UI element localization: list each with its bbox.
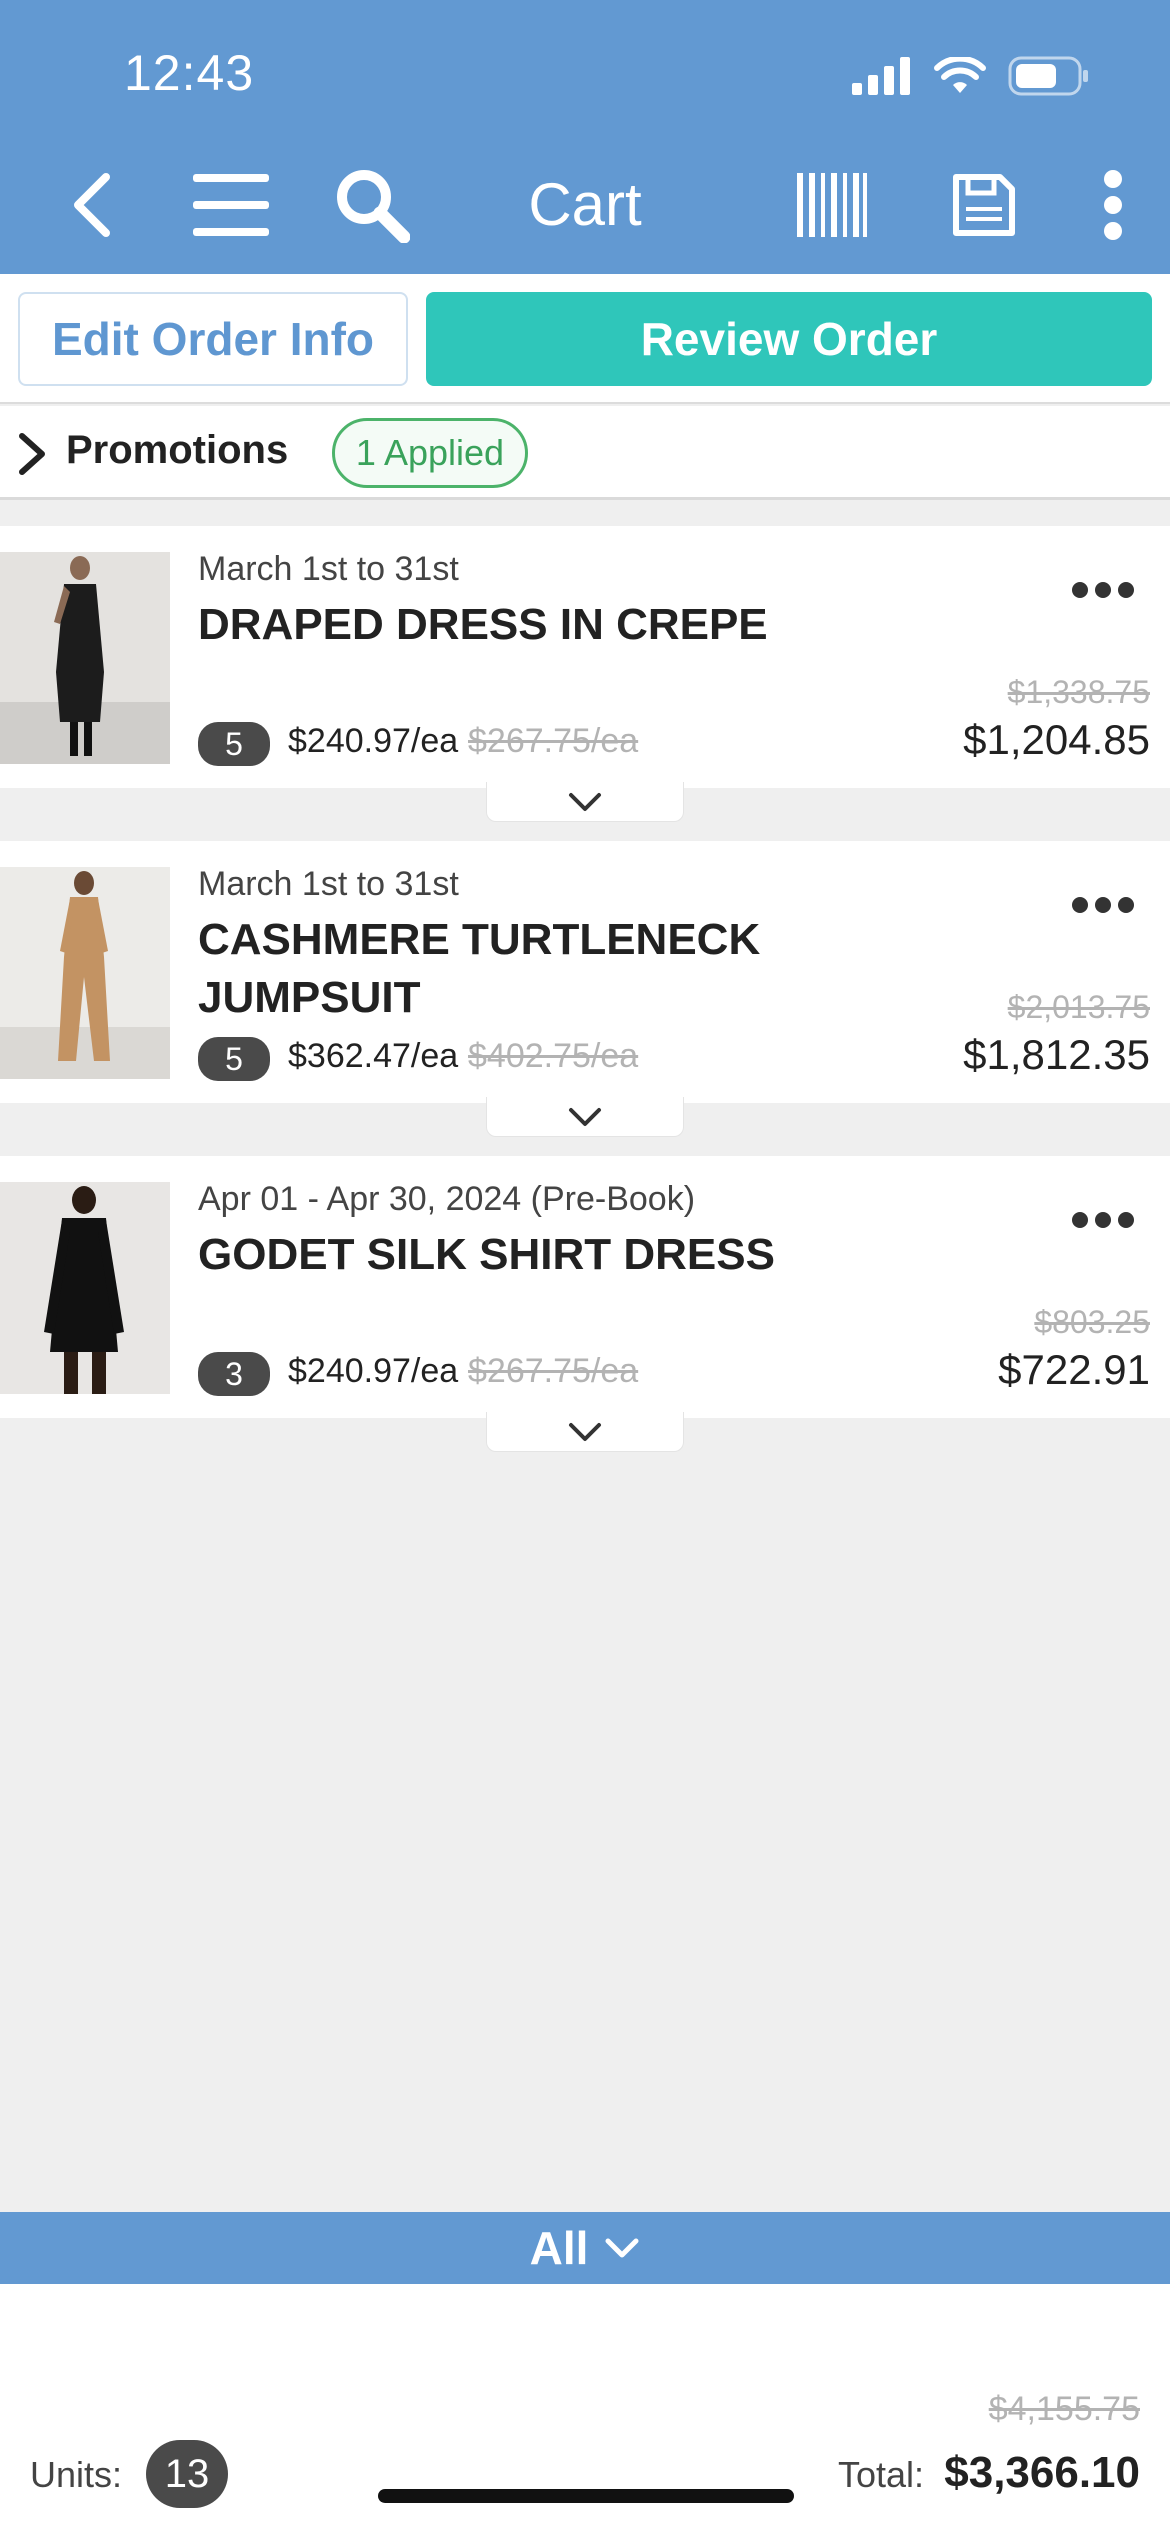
barcode-button[interactable]	[792, 150, 872, 260]
promotions-row[interactable]: Promotions 1 Applied	[0, 406, 1170, 500]
nav-bar: Cart	[0, 150, 1170, 260]
promotions-applied-badge: 1 Applied	[332, 418, 528, 488]
battery-icon	[1008, 56, 1088, 96]
line-original-price: $803.25	[1034, 1304, 1150, 1340]
units-count-badge: 13	[146, 2440, 228, 2508]
delivery-window: March 1st to 31st	[198, 865, 459, 903]
chevron-down-icon	[569, 1107, 601, 1126]
unit-original-price: $267.75/ea	[468, 1352, 639, 1390]
units-label: Units:	[30, 2454, 123, 2495]
save-icon	[953, 174, 1015, 236]
unit-price: $362.47/ea	[288, 1037, 459, 1075]
filter-label: All	[529, 2222, 589, 2274]
line-original-price: $2,013.75	[1007, 989, 1150, 1025]
line-total: $722.91	[998, 1346, 1150, 1393]
quantity-badge[interactable]: 5	[198, 722, 270, 766]
status-time: 12:43	[124, 45, 255, 101]
delivery-window: March 1st to 31st	[198, 550, 459, 588]
cart-item[interactable]: March 1st to 31st DRAPED DRESS IN CREPE …	[0, 526, 1170, 822]
total-original-price: $4,155.75	[988, 2390, 1140, 2428]
more-icon[interactable]	[1070, 580, 1136, 600]
chevron-down-icon	[605, 2238, 639, 2258]
product-name: CASHMERE TURTLENECK JUMPSUIT	[198, 915, 761, 1022]
cart-item[interactable]: Apr 01 - Apr 30, 2024 (Pre-Book) GODET S…	[0, 1156, 1170, 1452]
line-total: $1,204.85	[963, 716, 1150, 763]
app-header: 12:43 Cart	[0, 0, 1170, 274]
product-image	[0, 867, 170, 1079]
unit-price: $240.97/ea	[288, 722, 459, 760]
delivery-window: Apr 01 - Apr 30, 2024 (Pre-Book)	[198, 1180, 696, 1218]
vertical-ellipsis-icon	[1104, 170, 1122, 240]
expand-item-button[interactable]	[486, 1412, 684, 1452]
edit-order-info-button[interactable]: Edit Order Info	[18, 292, 408, 386]
home-indicator	[378, 2489, 794, 2503]
promotions-label: Promotions	[66, 428, 289, 472]
product-name: GODET SILK SHIRT DRESS	[198, 1230, 775, 1279]
signal-icon	[852, 57, 910, 95]
cart-item[interactable]: March 1st to 31st CASHMERE TURTLENECK JU…	[0, 841, 1170, 1137]
chevron-down-icon	[569, 792, 601, 811]
quantity-badge[interactable]: 3	[198, 1352, 270, 1396]
quantity-badge[interactable]: 5	[198, 1037, 270, 1081]
product-image	[0, 1182, 170, 1394]
action-bar: Edit Order Info Review Order	[0, 274, 1170, 404]
barcode-icon	[797, 173, 867, 237]
more-options-button[interactable]	[1088, 150, 1138, 260]
chevron-right-icon	[19, 433, 45, 475]
review-order-button[interactable]: Review Order	[426, 292, 1152, 386]
expand-item-button[interactable]	[486, 782, 684, 822]
chevron-down-icon	[569, 1422, 601, 1441]
unit-original-price: $267.75/ea	[468, 722, 639, 760]
more-icon[interactable]	[1070, 895, 1136, 915]
total-label: Total:	[838, 2454, 925, 2495]
expand-item-button[interactable]	[486, 1097, 684, 1137]
more-icon[interactable]	[1070, 1210, 1136, 1230]
wifi-icon	[934, 57, 986, 93]
filter-dropdown[interactable]: All	[0, 2212, 1170, 2284]
status-icons	[852, 56, 1090, 96]
total-value: $3,366.10	[944, 2448, 1140, 2497]
product-image	[0, 552, 170, 764]
line-original-price: $1,338.75	[1007, 674, 1150, 710]
save-button[interactable]	[944, 150, 1024, 260]
line-total: $1,812.35	[963, 1031, 1150, 1078]
product-name: DRAPED DRESS IN CREPE	[198, 600, 768, 649]
unit-original-price: $402.75/ea	[468, 1037, 639, 1075]
unit-price: $240.97/ea	[288, 1352, 459, 1390]
